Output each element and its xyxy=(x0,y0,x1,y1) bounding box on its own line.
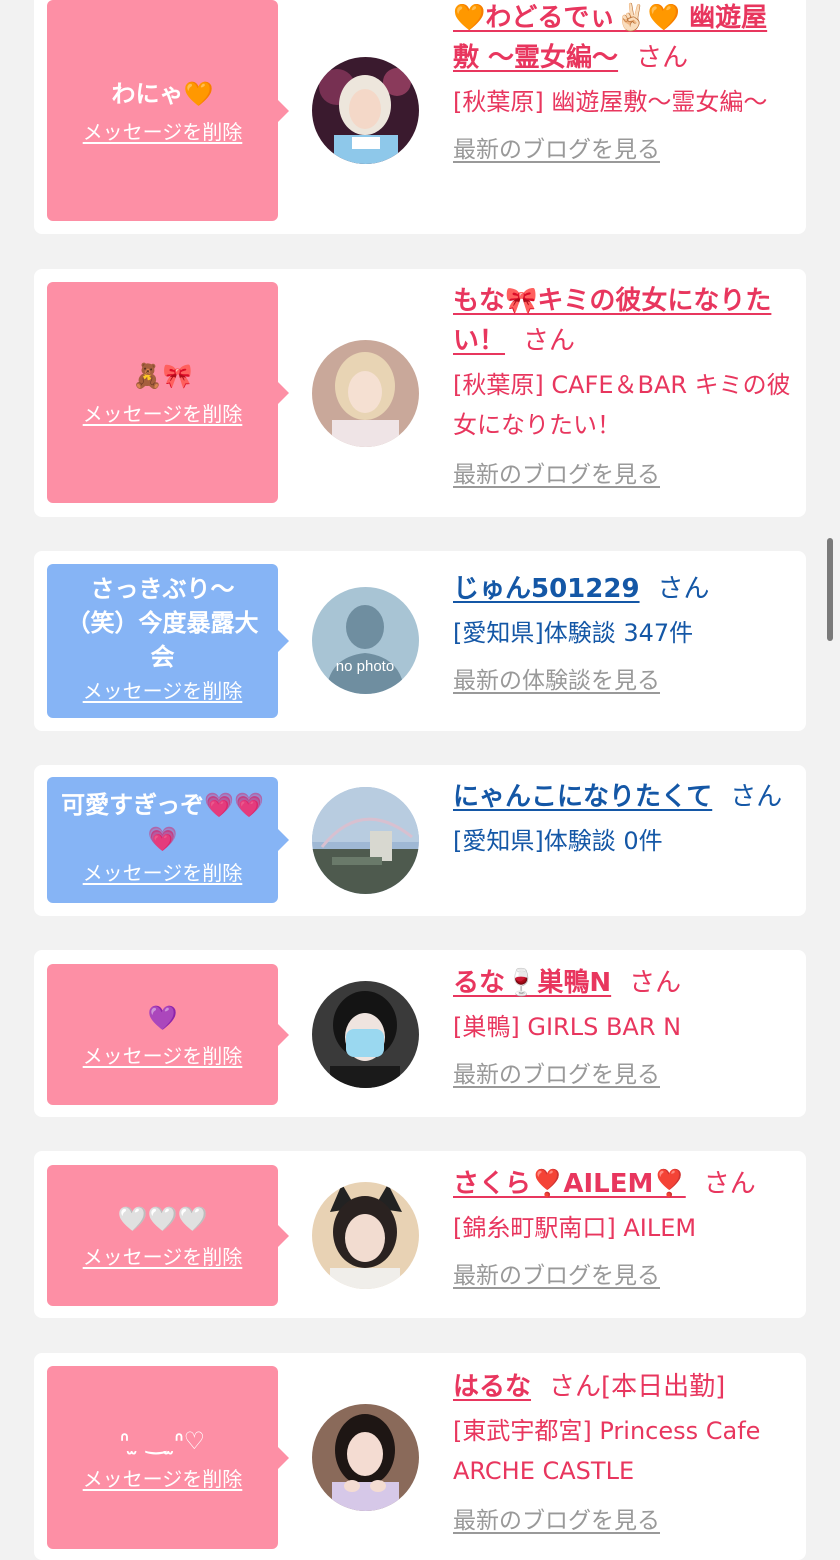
profile-name-link[interactable]: さくら❣️AILEM❣️ xyxy=(453,1169,686,1199)
delete-message-link[interactable]: メッセージを削除 xyxy=(83,401,243,427)
honorific: さん xyxy=(549,1372,602,1402)
attendance-status: [本日出勤] xyxy=(601,1372,726,1402)
avatar[interactable] xyxy=(312,787,419,894)
profile-name-link[interactable]: はるな xyxy=(453,1372,531,1402)
avatar[interactable] xyxy=(312,981,419,1088)
profile-info: にゃんこになりたくて さん [愛知県]体験談 0件 xyxy=(453,777,792,861)
honorific: さん xyxy=(629,968,682,998)
message-bubble: 🤍🤍🤍 メッセージを削除 xyxy=(47,1165,278,1306)
honorific: さん xyxy=(523,326,576,356)
profile-name-link[interactable]: もな🎀キミの彼女になりたい！ xyxy=(453,286,771,356)
message-text: さっきぶり〜（笑）今度暴露大会 xyxy=(66,575,259,671)
latest-blog-link[interactable]: 最新のブログを見る xyxy=(453,134,660,166)
profile-info: じゅん501229 さん [愛知県]体験談 347件 最新の体験談を見る xyxy=(453,569,792,697)
profile-info: はるな さん[本日出勤] [東武宇都宮] Princess Cafe ARCHE … xyxy=(453,1367,792,1537)
list-item: 可愛すぎっぞ💗💗💗 メッセージを削除 にゃんこになりたくて さん [愛知県]体験談… xyxy=(34,765,806,916)
avatar[interactable]: no photo xyxy=(312,587,419,694)
latest-blog-link[interactable]: 最新のブログを見る xyxy=(453,459,660,491)
profile-info: さくら❣️AILEM❣️ さん [錦糸町駅南口] AILEM 最新のブログを見る xyxy=(453,1164,792,1292)
honorific: さん xyxy=(636,43,689,73)
message-bubble: ᐢ ̫ ‿ ̫ᐢ♡ メッセージを削除 xyxy=(47,1366,278,1549)
delete-message-link[interactable]: メッセージを削除 xyxy=(83,1466,243,1492)
honorific: さん xyxy=(657,574,710,604)
latest-blog-link[interactable]: 最新のブログを見る xyxy=(453,1260,660,1292)
experience-info: [愛知県]体験談 347件 xyxy=(453,619,694,647)
scrollbar[interactable] xyxy=(827,538,833,641)
profile-name-link[interactable]: 🧡わどるでぃ✌🏻🧡 幽遊屋敷 〜霊女編〜 xyxy=(453,3,767,73)
cat-ears-girl-photo-icon xyxy=(312,1182,419,1289)
list-item: 💜 メッセージを削除 るな🍷巣鴨N さん [巣鴨] GIRLS BAR N 最新の… xyxy=(34,950,806,1117)
sky-rainbow-photo-icon xyxy=(312,787,419,894)
message-bubble: さっきぶり〜（笑）今度暴露大会 メッセージを削除 xyxy=(47,564,278,718)
profile-name-link[interactable]: るな🍷巣鴨N xyxy=(453,968,611,998)
profile-info: るな🍷巣鴨N さん [巣鴨] GIRLS BAR N 最新のブログを見る xyxy=(453,963,792,1091)
message-text: 可愛すぎっぞ💗💗💗 xyxy=(61,791,264,853)
honorific: さん xyxy=(730,782,783,812)
message-bubble: 💜 メッセージを削除 xyxy=(47,964,278,1105)
profile-name-link[interactable]: じゅん501229 xyxy=(453,574,640,604)
list-item: わにゃ🧡 メッセージを削除 🧡わどるでぃ✌🏻🧡 幽遊屋敷 〜霊女編〜 さん [秋葉… xyxy=(34,0,806,234)
shop-info: [秋葉原] 幽遊屋敷〜霊女編〜 xyxy=(453,88,768,116)
delete-message-link[interactable]: メッセージを削除 xyxy=(83,1043,243,1069)
delete-message-link[interactable]: メッセージを削除 xyxy=(83,678,243,704)
latest-blog-link[interactable]: 最新のブログを見る xyxy=(453,1059,660,1091)
latest-review-link[interactable]: 最新の体験談を見る xyxy=(453,665,660,697)
list-item: 🤍🤍🤍 メッセージを削除 さくら❣️AILEM❣️ さん [錦糸町駅南口] AIL… xyxy=(34,1151,806,1318)
avatar[interactable] xyxy=(312,1404,419,1511)
message-text: 🤍🤍🤍 xyxy=(117,1204,208,1233)
blonde-girl-photo-icon xyxy=(312,340,419,447)
dark-hair-girl-photo-icon xyxy=(312,1404,419,1511)
delete-message-link[interactable]: メッセージを削除 xyxy=(83,119,243,145)
shop-info: [秋葉原] CAFE＆BAR キミの彼女になりたい！ xyxy=(453,371,791,439)
experience-info: [愛知県]体験談 0件 xyxy=(453,827,663,855)
message-bubble: わにゃ🧡 メッセージを削除 xyxy=(47,0,278,221)
honorific: さん xyxy=(703,1169,756,1199)
shop-info: [錦糸町駅南口] AILEM xyxy=(453,1214,697,1242)
no-photo-silhouette-icon: no photo xyxy=(312,587,419,694)
message-text: 🧸🎀 xyxy=(132,361,193,390)
profile-name-link[interactable]: にゃんこになりたくて xyxy=(453,782,712,812)
message-bubble: 🧸🎀 メッセージを削除 xyxy=(47,282,278,503)
message-text: ᐢ ̫ ‿ ̫ᐢ♡ xyxy=(119,1426,206,1455)
avatar[interactable] xyxy=(312,57,419,164)
delete-message-link[interactable]: メッセージを削除 xyxy=(83,860,243,886)
profile-info: 🧡わどるでぃ✌🏻🧡 幽遊屋敷 〜霊女編〜 さん [秋葉原] 幽遊屋敷〜霊女編〜 最… xyxy=(453,0,792,166)
list-item: 🧸🎀 メッセージを削除 もな🎀キミの彼女になりたい！ さん [秋葉原] CAFE＆… xyxy=(34,269,806,517)
shop-info: [巣鴨] GIRLS BAR N xyxy=(453,1013,682,1041)
shop-info: [東武宇都宮] Princess Cafe ARCHE CASTLE xyxy=(453,1417,761,1485)
avatar[interactable] xyxy=(312,340,419,447)
message-bubble: 可愛すぎっぞ💗💗💗 メッセージを削除 xyxy=(47,777,278,903)
latest-blog-link[interactable]: 最新のブログを見る xyxy=(453,1505,660,1537)
cosplay-girl-photo-icon xyxy=(312,57,419,164)
avatar[interactable] xyxy=(312,1182,419,1289)
list-item: ᐢ ̫ ‿ ̫ᐢ♡ メッセージを削除 はるな さん[本日出勤] [東武宇都宮] P… xyxy=(34,1353,806,1560)
profile-info: もな🎀キミの彼女になりたい！ さん [秋葉原] CAFE＆BAR キミの彼女になり… xyxy=(453,281,792,491)
no-photo-label: no photo xyxy=(336,658,394,675)
masked-girl-photo-icon xyxy=(312,981,419,1088)
delete-message-link[interactable]: メッセージを削除 xyxy=(83,1244,243,1270)
message-text: 💜 xyxy=(147,1003,178,1032)
message-text: わにゃ🧡 xyxy=(111,79,214,108)
message-list: わにゃ🧡 メッセージを削除 🧡わどるでぃ✌🏻🧡 幽遊屋敷 〜霊女編〜 さん [秋葉… xyxy=(0,0,840,1560)
list-item: さっきぶり〜（笑）今度暴露大会 メッセージを削除 no photo じゅん501… xyxy=(34,551,806,731)
